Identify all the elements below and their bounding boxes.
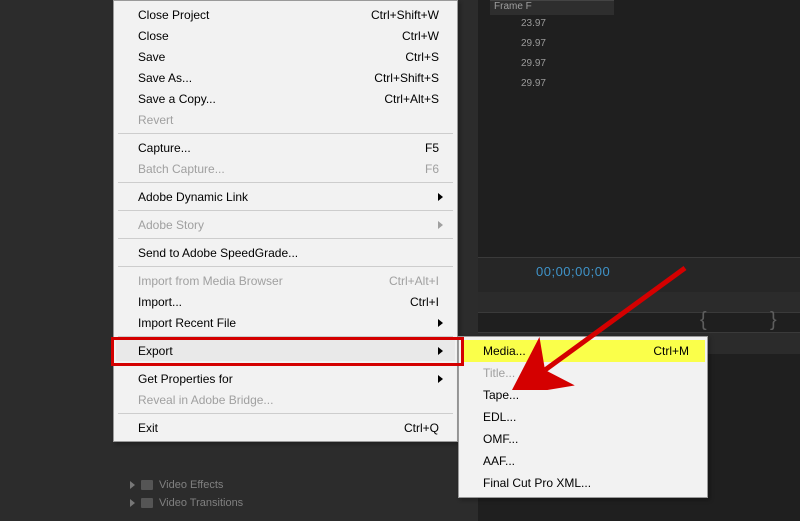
submenu-arrow-icon: [438, 347, 443, 355]
frame-rate-value: 29.97: [490, 74, 546, 94]
menu-separator: [118, 182, 453, 183]
menu-item-capture[interactable]: Capture...F5: [116, 137, 455, 158]
frame-column-header: Frame F: [490, 0, 614, 15]
submenu-item-shortcut: Ctrl+M: [653, 344, 693, 358]
menu-item-save-as[interactable]: Save As...Ctrl+Shift+S: [116, 67, 455, 88]
submenu-item-label: Title...: [483, 366, 693, 380]
frame-rate-value: 23.97: [490, 14, 546, 34]
menu-item-label: Close: [138, 29, 402, 43]
menu-item-label: Export: [138, 344, 432, 358]
menu-separator: [118, 336, 453, 337]
submenu-item-title: Title...: [461, 362, 705, 384]
menu-separator: [118, 238, 453, 239]
submenu-arrow-icon: [438, 375, 443, 383]
submenu-item-media[interactable]: Media...Ctrl+M: [461, 340, 705, 362]
menu-item-dynamic-link[interactable]: Adobe Dynamic Link: [116, 186, 455, 207]
submenu-item-tape[interactable]: Tape...: [461, 384, 705, 406]
menu-item-shortcut: Ctrl+I: [410, 295, 443, 309]
menu-item-shortcut: Ctrl+Alt+I: [389, 274, 443, 288]
export-submenu: Media...Ctrl+M Title... Tape... EDL... OMF..…: [458, 336, 708, 498]
submenu-item-label: OMF...: [483, 432, 693, 446]
folder-icon: [141, 498, 153, 508]
submenu-item-label: Tape...: [483, 388, 693, 402]
menu-item-shortcut: F5: [425, 141, 443, 155]
disclosure-triangle-icon: [130, 481, 135, 489]
folder-icon: [141, 480, 153, 490]
menu-item-close[interactable]: CloseCtrl+W: [116, 25, 455, 46]
timeline-ruler[interactable]: [478, 292, 800, 313]
menu-item-label: Send to Adobe SpeedGrade...: [138, 246, 443, 260]
menu-item-export[interactable]: Export: [116, 340, 455, 361]
menu-item-shortcut: Ctrl+Q: [404, 421, 443, 435]
menu-item-label: Save a Copy...: [138, 92, 384, 106]
menu-item-shortcut: Ctrl+Shift+W: [371, 8, 443, 22]
menu-item-shortcut: Ctrl+Alt+S: [384, 92, 443, 106]
menu-item-label: Capture...: [138, 141, 425, 155]
submenu-arrow-icon: [438, 319, 443, 327]
menu-item-label: Exit: [138, 421, 404, 435]
out-bracket-icon: }: [770, 309, 777, 332]
menu-separator: [118, 266, 453, 267]
menu-separator: [118, 364, 453, 365]
disclosure-triangle-icon: [130, 499, 135, 507]
project-panel-item[interactable]: Video Transitions: [130, 494, 243, 512]
menu-item-shortcut: F6: [425, 162, 443, 176]
frame-rate-value: 29.97: [490, 54, 546, 74]
menu-item-exit[interactable]: ExitCtrl+Q: [116, 417, 455, 438]
menu-item-send-speedgrade[interactable]: Send to Adobe SpeedGrade...: [116, 242, 455, 263]
menu-item-shortcut: Ctrl+W: [402, 29, 443, 43]
menu-item-label: Import...: [138, 295, 410, 309]
menu-item-label: Save As...: [138, 71, 374, 85]
submenu-arrow-icon: [438, 221, 443, 229]
menu-item-get-properties[interactable]: Get Properties for: [116, 368, 455, 389]
menu-item-shortcut: Ctrl+S: [405, 50, 443, 64]
menu-item-shortcut: Ctrl+Shift+S: [374, 71, 443, 85]
menu-item-reveal-bridge: Reveal in Adobe Bridge...: [116, 389, 455, 410]
menu-item-label: Batch Capture...: [138, 162, 425, 176]
submenu-item-edl[interactable]: EDL...: [461, 406, 705, 428]
project-panel-items: Video Effects Video Transitions: [130, 476, 243, 512]
menu-item-label: Adobe Dynamic Link: [138, 190, 432, 204]
submenu-item-fcp-xml[interactable]: Final Cut Pro XML...: [461, 472, 705, 494]
file-menu: Close ProjectCtrl+Shift+WCloseCtrl+WSave…: [113, 0, 458, 442]
project-panel-item[interactable]: Video Effects: [130, 476, 243, 494]
submenu-item-label: EDL...: [483, 410, 693, 424]
menu-item-label: Reveal in Adobe Bridge...: [138, 393, 443, 407]
submenu-item-label: AAF...: [483, 454, 693, 468]
menu-item-label: Get Properties for: [138, 372, 432, 386]
menu-item-label: Save: [138, 50, 405, 64]
submenu-arrow-icon: [438, 193, 443, 201]
project-item-label: Video Transitions: [159, 497, 243, 509]
menu-item-import-recent[interactable]: Import Recent File: [116, 312, 455, 333]
menu-item-label: Revert: [138, 113, 443, 127]
project-item-label: Video Effects: [159, 479, 223, 491]
menu-item-adobe-story: Adobe Story: [116, 214, 455, 235]
menu-item-save-copy[interactable]: Save a Copy...Ctrl+Alt+S: [116, 88, 455, 109]
menu-item-import[interactable]: Import...Ctrl+I: [116, 291, 455, 312]
menu-separator: [118, 210, 453, 211]
timecode-row: [478, 257, 800, 293]
menu-item-label: Import from Media Browser: [138, 274, 389, 288]
menu-item-revert: Revert: [116, 109, 455, 130]
menu-item-label: Close Project: [138, 8, 371, 22]
submenu-item-omf[interactable]: OMF...: [461, 428, 705, 450]
menu-item-label: Adobe Story: [138, 218, 432, 232]
menu-item-import-media-browser: Import from Media BrowserCtrl+Alt+I: [116, 270, 455, 291]
menu-item-close-project[interactable]: Close ProjectCtrl+Shift+W: [116, 4, 455, 25]
submenu-item-label: Final Cut Pro XML...: [483, 476, 693, 490]
in-bracket-icon: {: [700, 309, 707, 332]
submenu-item-aaf[interactable]: AAF...: [461, 450, 705, 472]
menu-separator: [118, 133, 453, 134]
timecode-display[interactable]: 00;00;00;00: [536, 264, 610, 279]
menu-item-save[interactable]: SaveCtrl+S: [116, 46, 455, 67]
menu-item-batch-capture: Batch Capture...F6: [116, 158, 455, 179]
submenu-item-label: Media...: [483, 344, 653, 358]
frame-rate-values: 23.9729.9729.9729.97: [490, 14, 546, 94]
frame-rate-value: 29.97: [490, 34, 546, 54]
menu-separator: [118, 413, 453, 414]
menu-item-label: Import Recent File: [138, 316, 432, 330]
